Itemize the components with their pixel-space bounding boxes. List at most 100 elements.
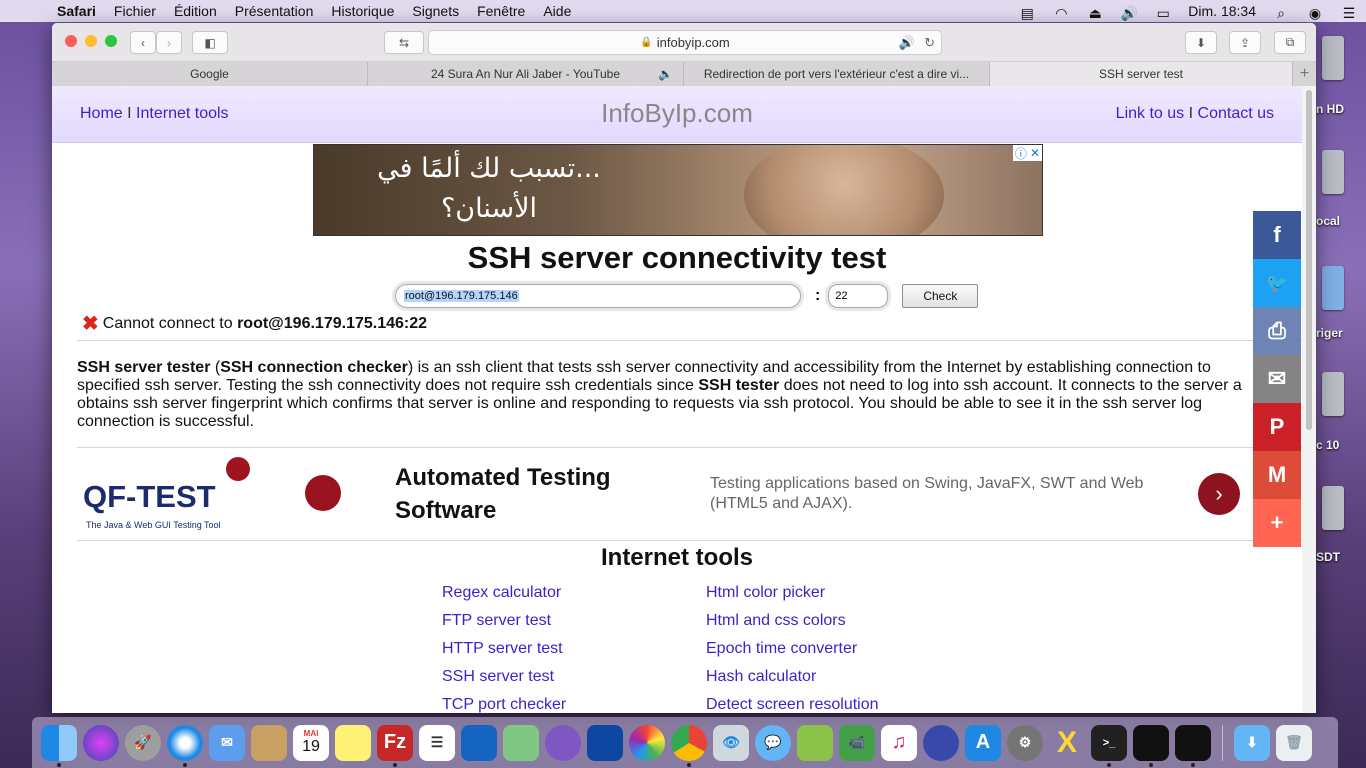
tool-link[interactable]: Hash calculator	[706, 667, 879, 695]
menu-aide[interactable]: Aide	[543, 3, 571, 19]
tool-link[interactable]: Detect screen resolution	[706, 695, 879, 713]
wireshark-icon[interactable]	[461, 724, 497, 761]
check-button[interactable]: Check	[902, 284, 979, 308]
menubar-clock[interactable]: Dim. 18:34	[1188, 3, 1256, 19]
storage-icon[interactable]: ▤	[1018, 5, 1036, 21]
nav-contact-us[interactable]: Contact us	[1198, 105, 1274, 122]
forward-button[interactable]: ›	[156, 31, 182, 54]
address-bar[interactable]: 🔒 infobyip.com 🔊 ↻	[428, 30, 942, 55]
audio-playing-icon[interactable]: 🔊	[899, 35, 915, 51]
chameleon-app-icon[interactable]	[545, 724, 581, 761]
tool-link[interactable]: Html color picker	[706, 583, 879, 611]
system-preferences-icon[interactable]: ⚙	[1007, 724, 1043, 761]
filezilla-icon[interactable]: Fz	[377, 724, 413, 767]
minimize-window-button[interactable]	[85, 35, 97, 47]
menu-signets[interactable]: Signets	[412, 3, 459, 19]
desktop-drive-icon[interactable]	[1322, 150, 1344, 194]
tool-link[interactable]: Regex calculator	[442, 583, 566, 611]
back-button[interactable]: ‹	[130, 31, 156, 54]
share-button[interactable]: ⇪	[1229, 31, 1261, 54]
menu-app-name[interactable]: Safari	[57, 3, 96, 19]
ad-close-icon[interactable]: ✕	[1030, 146, 1040, 160]
tab-audio-icon[interactable]: 🔈	[658, 67, 673, 81]
apple-menu-icon[interactable]	[20, 3, 36, 19]
desktop-file-icon[interactable]	[1322, 266, 1344, 310]
terminal-window-icon[interactable]	[1175, 724, 1211, 767]
network-utility-icon[interactable]	[797, 724, 833, 761]
trash-icon[interactable]: 🗑	[1276, 724, 1312, 761]
app-store-icon[interactable]: A	[965, 724, 1001, 761]
tab-overview-button[interactable]: ⧉	[1274, 31, 1306, 54]
airplay-icon[interactable]: ⏏	[1086, 5, 1104, 21]
menu-fenetre[interactable]: Fenêtre	[477, 3, 525, 19]
print-icon[interactable]: ⎙	[1253, 307, 1301, 355]
photos-icon[interactable]	[629, 724, 665, 761]
launchpad-icon[interactable]: 🚀	[125, 724, 161, 761]
desktop-drive-icon[interactable]	[1322, 486, 1344, 530]
tab-redirection[interactable]: Redirection de port vers l'extérieur c'e…	[684, 62, 990, 86]
tab-google[interactable]: Google	[52, 62, 368, 86]
close-window-button[interactable]	[65, 35, 77, 47]
siri-icon[interactable]: ◉	[1306, 5, 1324, 21]
port-input[interactable]: 22	[828, 284, 889, 308]
tab-ssh-server-test[interactable]: SSH server test	[990, 62, 1293, 86]
menu-historique[interactable]: Historique	[331, 3, 394, 19]
more-icon[interactable]: +	[1253, 499, 1301, 547]
downloads-button[interactable]: ⬇	[1185, 31, 1217, 54]
calendar-icon[interactable]: MAI 19	[293, 724, 329, 761]
thunderbird-icon[interactable]	[923, 724, 959, 761]
tool-link[interactable]: HTTP server test	[442, 639, 566, 667]
site-brand[interactable]: InfoByIp.com	[52, 98, 1302, 129]
contacts-icon[interactable]	[251, 724, 287, 761]
downloads-folder-icon[interactable]: ⬇	[1234, 724, 1270, 761]
preview-eye-icon[interactable]: 👁	[713, 724, 749, 761]
reader-button[interactable]: ⇆	[384, 31, 424, 54]
gmail-icon[interactable]: M	[1253, 451, 1301, 499]
zoom-window-button[interactable]	[105, 35, 117, 47]
menu-edition[interactable]: Édition	[174, 3, 217, 19]
safari-icon[interactable]	[167, 724, 203, 767]
email-icon[interactable]: ✉	[1253, 355, 1301, 403]
twitter-icon[interactable]: 🐦	[1253, 259, 1301, 307]
desktop-drive-icon[interactable]	[1322, 36, 1344, 80]
maps-icon[interactable]	[503, 724, 539, 761]
xquartz-icon[interactable]: X	[1049, 725, 1085, 761]
menu-fichier[interactable]: Fichier	[114, 3, 156, 19]
nav-link-to-us[interactable]: Link to us	[1116, 105, 1184, 122]
notification-center-icon[interactable]: ☰	[1340, 5, 1358, 21]
reload-icon[interactable]: ↻	[924, 35, 935, 51]
virtualbox-icon[interactable]	[587, 724, 623, 761]
mail-icon[interactable]: ✉	[209, 724, 245, 761]
qftest-ad[interactable]: QF-TEST The Java & Web GUI Testing Tool …	[77, 449, 1287, 539]
siri-icon[interactable]	[83, 724, 119, 761]
tool-link[interactable]: Epoch time converter	[706, 639, 879, 667]
ad-banner[interactable]: ...تسبب لك ألمًا في الأسنان؟ ⓘ ✕	[313, 144, 1043, 236]
tool-link[interactable]: SSH server test	[442, 667, 566, 695]
ad-open-arrow-icon[interactable]: ›	[1198, 473, 1240, 515]
spotlight-search-icon[interactable]: ⌕	[1272, 5, 1290, 21]
volume-icon[interactable]: 🔊	[1120, 5, 1138, 21]
ad-info-icon[interactable]: ⓘ	[1015, 145, 1027, 162]
menu-presentation[interactable]: Présentation	[235, 3, 314, 19]
tab-youtube[interactable]: 24 Sura An Nur Ali Jaber - YouTube 🔈	[368, 62, 684, 86]
facetime-icon[interactable]: 📹	[839, 724, 875, 761]
scrollbar-thumb[interactable]	[1306, 90, 1312, 430]
chrome-icon[interactable]	[671, 724, 707, 767]
facebook-icon[interactable]: f	[1253, 211, 1301, 259]
tool-link[interactable]: TCP port checker	[442, 695, 566, 713]
pinterest-icon[interactable]: P	[1253, 403, 1301, 451]
itunes-icon[interactable]: ♫	[881, 724, 917, 761]
wifi-icon[interactable]: ◠	[1052, 5, 1070, 21]
host-input[interactable]: root@196.179.175.146	[395, 284, 801, 308]
sidebar-toggle-button[interactable]: ◧	[192, 31, 228, 54]
terminal-window-icon[interactable]	[1133, 724, 1169, 767]
messages-icon[interactable]: 💬	[755, 724, 791, 761]
tool-link[interactable]: Html and css colors	[706, 611, 879, 639]
notes-icon[interactable]	[335, 724, 371, 761]
finder-icon[interactable]	[41, 724, 77, 767]
battery-icon[interactable]: ▭	[1154, 5, 1172, 21]
new-tab-button[interactable]: +	[1293, 62, 1316, 86]
page-scrollbar[interactable]	[1302, 86, 1316, 713]
tool-link[interactable]: FTP server test	[442, 611, 566, 639]
terminal-icon[interactable]: >_	[1091, 724, 1127, 767]
